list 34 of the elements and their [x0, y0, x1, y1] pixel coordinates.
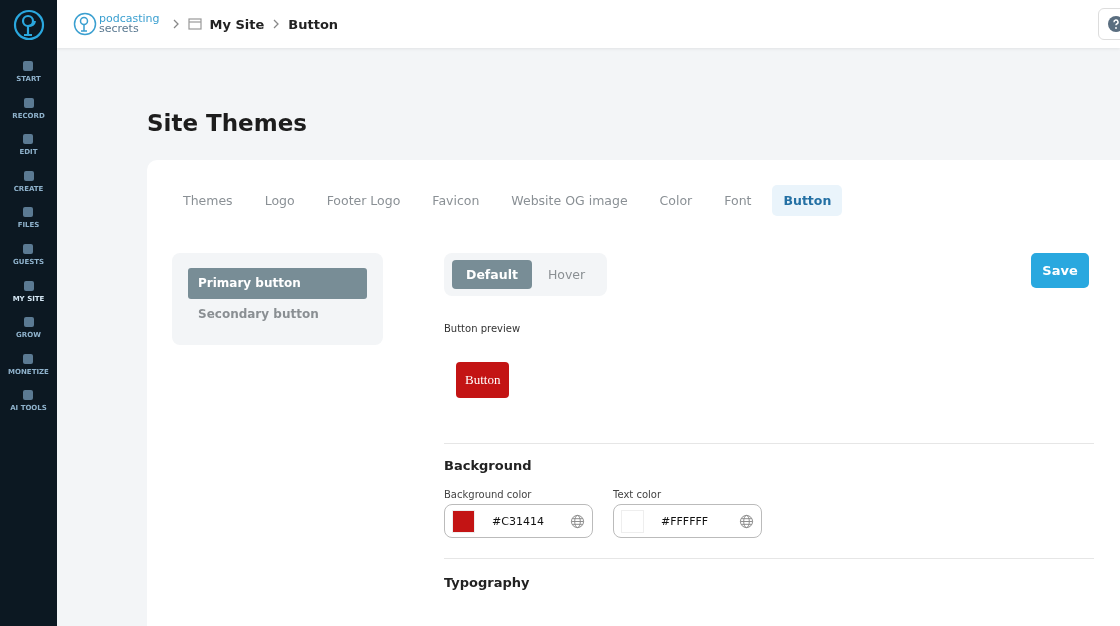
nav-icon: [21, 351, 36, 366]
nav-icon: [21, 205, 36, 220]
chevron-icon: [171, 19, 180, 29]
color-value: #FFFFFF: [661, 514, 710, 528]
page-title: Site Themes: [147, 110, 308, 136]
nav-icon: [21, 388, 36, 403]
brand-name: podcasting: [99, 14, 160, 24]
brand-name: secrets: [99, 24, 139, 34]
window-icon: [187, 18, 202, 30]
microphone-logo-icon[interactable]: [73, 12, 97, 36]
chevron-icon: [272, 19, 281, 29]
color-swatch[interactable]: [452, 509, 475, 533]
color-field[interactable]: #FFFFFF: [613, 504, 762, 538]
tab[interactable]: Button: [772, 185, 843, 216]
nav-icon: [21, 278, 36, 293]
color-field[interactable]: #C31414: [444, 504, 593, 538]
globe-icon[interactable]: [570, 513, 585, 529]
preview-label: Button preview: [444, 323, 522, 334]
nav-icon: [21, 132, 36, 147]
globe-icon[interactable]: [739, 513, 754, 529]
field-label: Background color: [444, 489, 533, 500]
nav-icon: [21, 241, 36, 256]
nav-icon: [21, 59, 36, 73]
preview-button[interactable]: Button: [456, 362, 510, 398]
nav-icon: [21, 168, 36, 183]
breadcrumb-item[interactable]: My Site: [209, 16, 265, 32]
section-heading: Typography: [444, 575, 531, 590]
section-heading: Background: [444, 458, 533, 473]
field-label: Text color: [613, 489, 663, 500]
breadcrumb-item[interactable]: Button: [288, 16, 339, 32]
color-value: #C31414: [492, 514, 545, 528]
nav-icon: [21, 315, 36, 330]
microphone-logo-icon[interactable]: [12, 9, 45, 41]
nav-icon: [21, 95, 36, 110]
